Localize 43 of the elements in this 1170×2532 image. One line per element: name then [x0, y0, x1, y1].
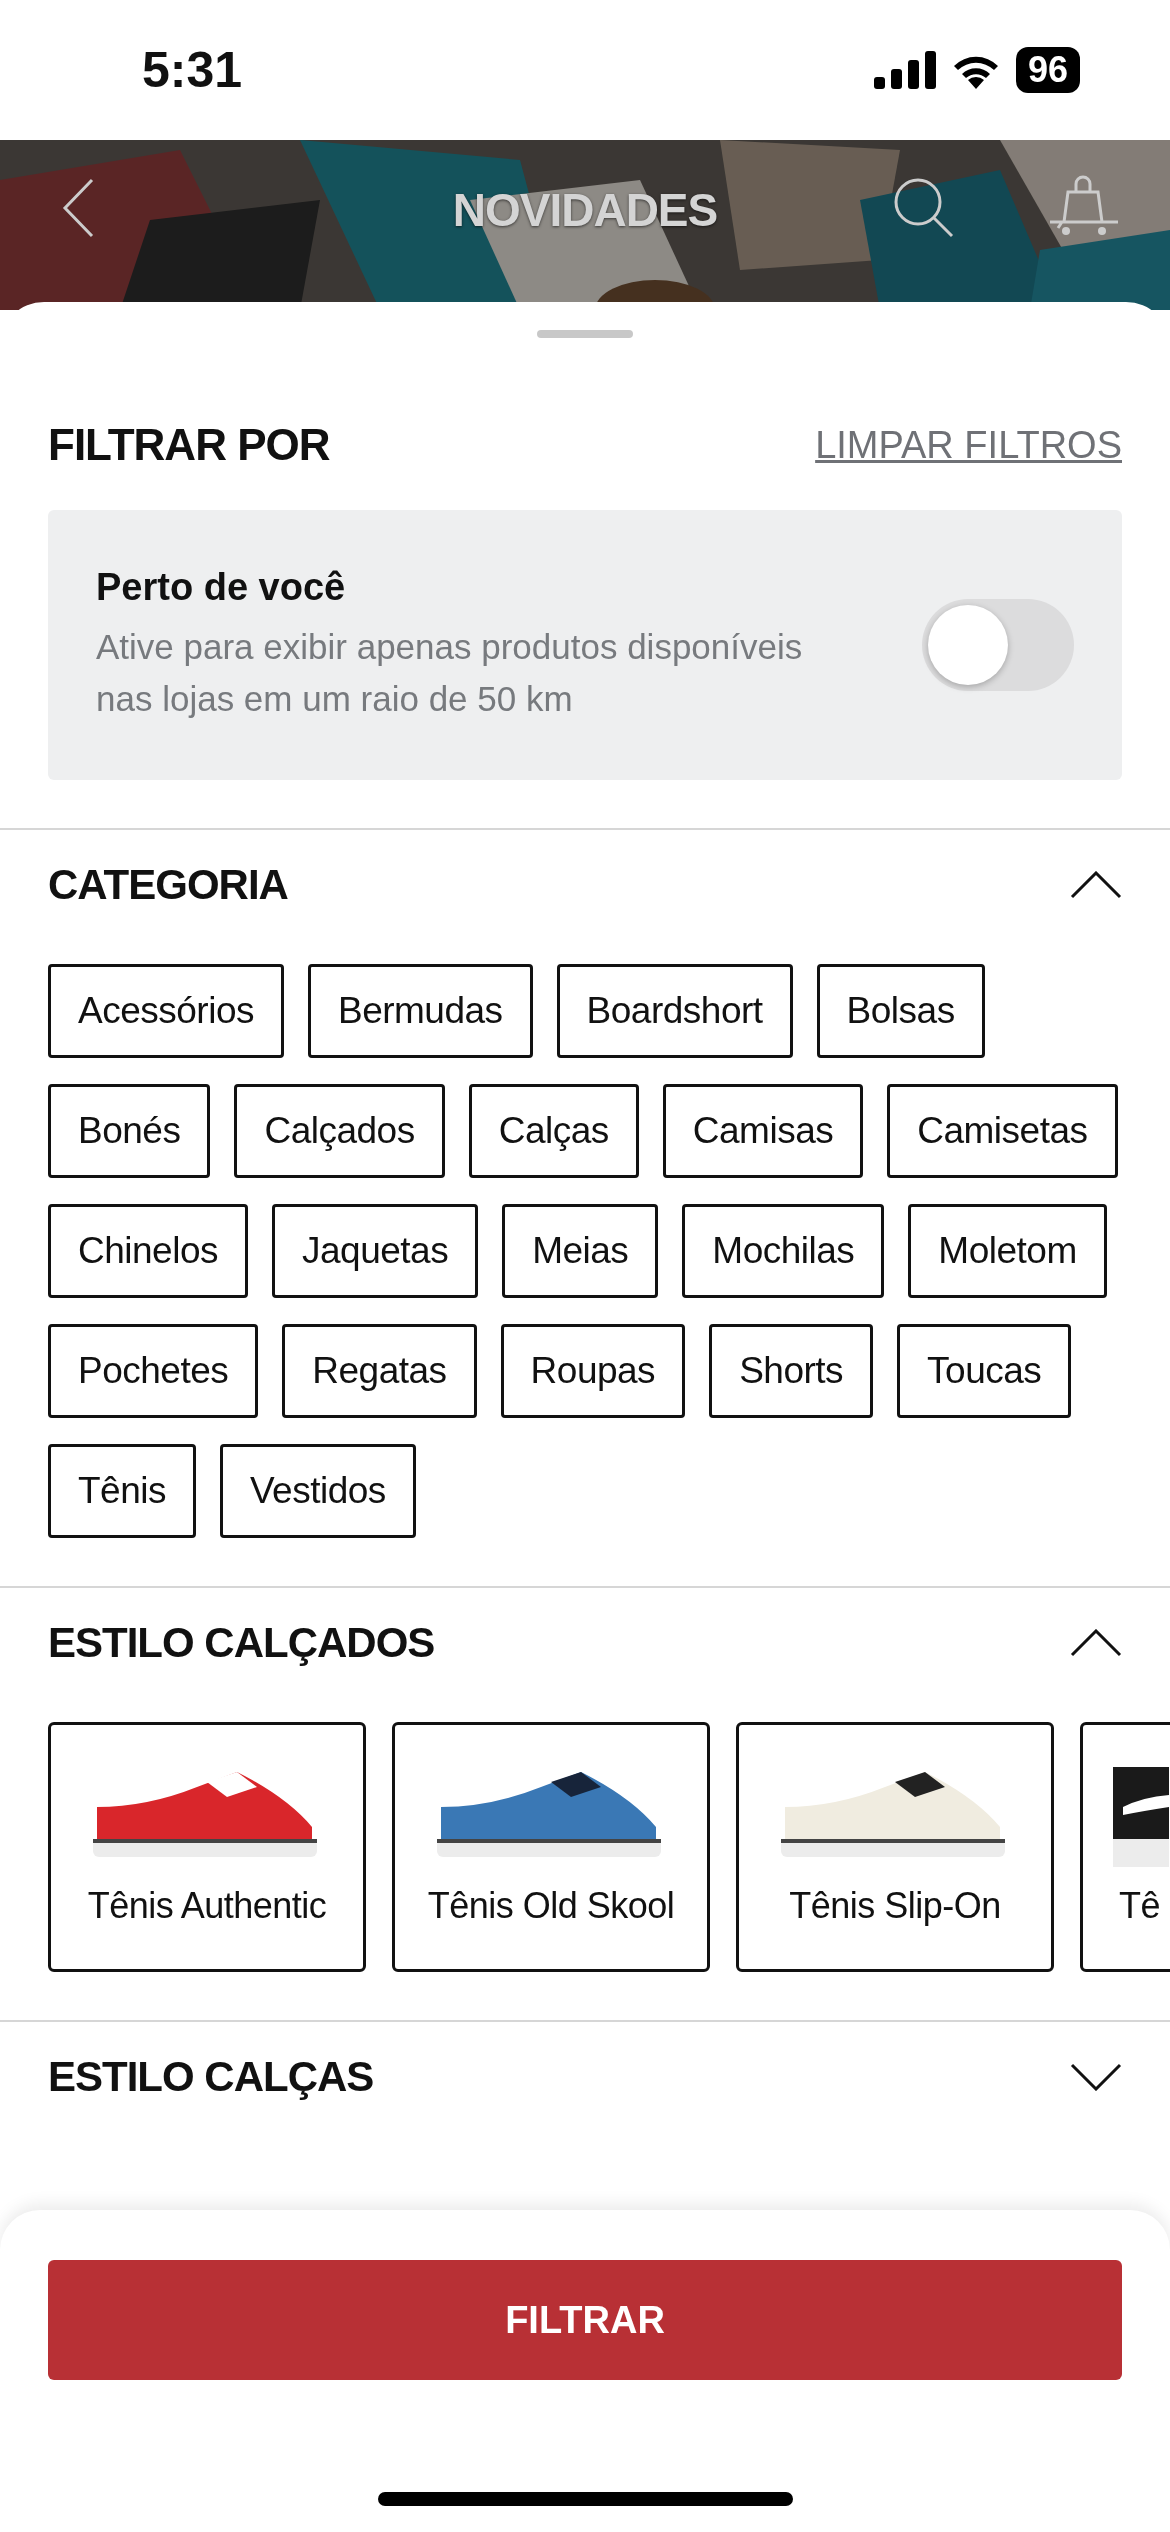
filter-title: FILTRAR POR [48, 420, 330, 470]
style-card[interactable]: Tênis Slip-On [736, 1722, 1054, 1972]
signal-icon [873, 51, 936, 89]
chevron-up-icon[interactable] [1070, 871, 1122, 899]
search-icon[interactable] [892, 176, 954, 238]
clear-filters-link[interactable]: LIMPAR FILTROS [815, 423, 1122, 467]
filter-button[interactable]: FILTRAR [48, 2260, 1122, 2380]
drag-handle[interactable] [537, 330, 633, 338]
category-chip[interactable]: Camisas [662, 1084, 864, 1178]
category-chip[interactable]: Camisetas [887, 1084, 1118, 1178]
category-chip[interactable]: Bonés [48, 1084, 211, 1178]
category-chip[interactable]: Moletom [908, 1204, 1107, 1298]
section-title: CATEGORIA [48, 861, 288, 909]
back-icon[interactable] [62, 178, 94, 238]
style-card[interactable]: Tênis Authentic [48, 1722, 366, 1972]
status-time: 5:31 [142, 41, 243, 99]
category-chip[interactable]: Calçados [234, 1084, 445, 1178]
category-chip[interactable]: Boardshort [556, 964, 793, 1058]
chevron-down-icon[interactable] [1070, 2063, 1122, 2091]
category-chip[interactable]: Tênis [48, 1444, 196, 1538]
category-chip[interactable]: Toucas [897, 1324, 1072, 1418]
category-chip[interactable]: Chinelos [48, 1204, 248, 1298]
chevron-up-icon[interactable] [1070, 1629, 1122, 1657]
category-chip[interactable]: Bolsas [816, 964, 985, 1058]
nearby-description: Ative para exibir apenas produtos disponíveis nas lojas em um raio de 50 km [96, 625, 804, 720]
battery-level: 96 [1015, 47, 1080, 93]
category-chip[interactable]: Jaquetas [272, 1204, 479, 1298]
category-chip[interactable]: Calças [468, 1084, 639, 1178]
category-chip[interactable]: Shorts [709, 1324, 874, 1418]
category-chip[interactable]: Pochetes [48, 1324, 259, 1418]
category-chip[interactable]: Roupas [500, 1324, 686, 1418]
category-chip[interactable]: Meias [502, 1204, 659, 1298]
section-title: ESTILO CALÇADOS [48, 1619, 435, 1667]
category-chip[interactable]: Bermudas [307, 964, 533, 1058]
section-title: ESTILO CALÇAS [48, 2053, 374, 2101]
nearby-title: Perto de você [96, 565, 347, 609]
category-chip[interactable]: Acessórios [48, 964, 284, 1058]
style-card[interactable]: Tênis Old Skool [392, 1722, 710, 1972]
cart-icon[interactable] [1048, 174, 1120, 236]
category-chip[interactable]: Mochilas [682, 1204, 885, 1298]
category-chip[interactable]: Regatas [282, 1324, 477, 1418]
category-chip[interactable]: Vestidos [220, 1444, 416, 1538]
style-card[interactable]: Tê [1080, 1722, 1170, 1972]
